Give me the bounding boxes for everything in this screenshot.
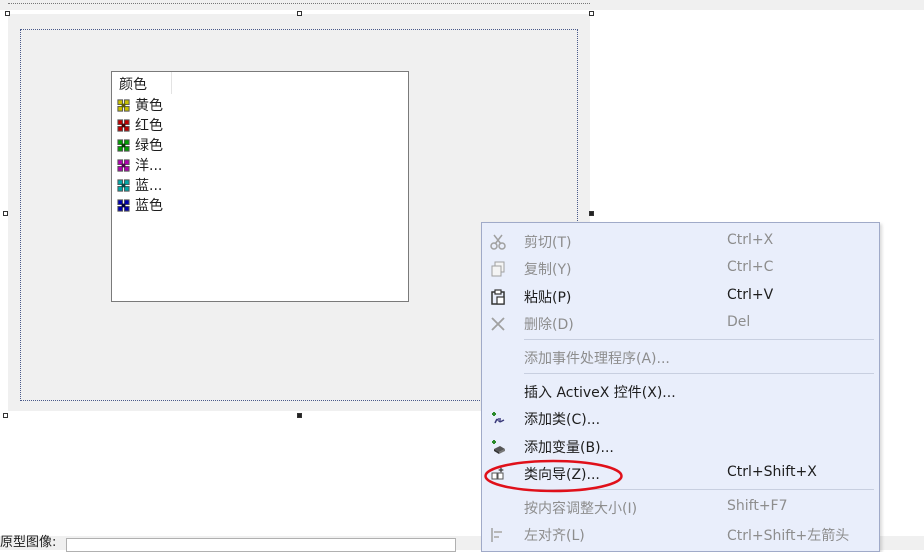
yellow-flower-icon: [117, 98, 130, 112]
list-item[interactable]: 黄色: [116, 95, 163, 115]
paste-icon: [491, 289, 505, 305]
green-flower-icon: [117, 138, 130, 152]
cyan-flower-icon: [117, 178, 130, 192]
resize-handle-top[interactable]: [297, 11, 302, 16]
list-item-label: 蓝...: [135, 178, 163, 194]
menu-item-size-to-content[interactable]: 按内容调整大小(I) Shift+F7: [482, 494, 879, 521]
menu-item-shortcut: Ctrl+C: [727, 259, 774, 275]
scissors-icon: [490, 234, 506, 250]
menu-item-add-variable[interactable]: 添加变量(B)...: [482, 433, 879, 460]
menu-separator: [524, 339, 874, 340]
resize-handle-top-left[interactable]: [5, 11, 10, 16]
menu-separator: [524, 373, 874, 374]
menu-item-cut[interactable]: 剪切(T) Ctrl+X: [482, 228, 879, 255]
menu-item-label: 添加事件处理程序(A)...: [524, 351, 670, 367]
delete-icon: [491, 317, 505, 331]
context-menu: 剪切(T) Ctrl+X 复制(Y) Ctrl+C 粘贴(P) Ctrl+V 删…: [481, 222, 880, 552]
menu-item-shortcut: Ctrl+Shift+X: [727, 464, 817, 480]
menu-item-insert-activex[interactable]: 插入 ActiveX 控件(X)...: [482, 378, 879, 405]
menu-item-add-event-handler[interactable]: 添加事件处理程序(A)...: [482, 344, 879, 371]
menu-item-label: 剪切(T): [524, 235, 572, 251]
list-item[interactable]: 洋...: [116, 155, 162, 175]
magenta-flower-icon: [117, 158, 130, 172]
blue-flower-icon: [117, 198, 130, 212]
list-item-label: 绿色: [135, 138, 163, 154]
menu-item-paste[interactable]: 粘贴(P) Ctrl+V: [482, 283, 879, 310]
menu-item-shortcut: Shift+F7: [727, 498, 788, 514]
red-flower-icon: [117, 118, 130, 132]
menu-item-label: 左对齐(L): [524, 528, 585, 544]
color-list-control[interactable]: 颜色 黄色 红色 绿色 洋... 蓝... 蓝色: [111, 71, 409, 302]
resize-handle-bottom[interactable]: [297, 413, 302, 418]
resize-handle-right[interactable]: [589, 211, 594, 216]
menu-item-shortcut: Ctrl+Shift+左箭头: [727, 528, 850, 544]
list-item-label: 红色: [135, 118, 163, 134]
top-ruler: [8, 0, 590, 4]
menu-item-add-class[interactable]: 添加类(C)...: [482, 405, 879, 432]
menu-item-shortcut: Ctrl+V: [727, 287, 774, 303]
prototype-image-label: 原型图像:: [0, 535, 57, 550]
list-item[interactable]: 蓝色: [116, 195, 163, 215]
list-item[interactable]: 红色: [116, 115, 163, 135]
menu-item-shortcut: Del: [727, 314, 751, 330]
menu-item-label: 插入 ActiveX 控件(X)...: [524, 385, 676, 401]
menu-item-delete[interactable]: 删除(D) Del: [482, 310, 879, 337]
list-item-label: 黄色: [135, 98, 163, 114]
menu-item-label: 删除(D): [524, 317, 574, 333]
align-left-icon: [491, 528, 502, 542]
menu-item-align-left[interactable]: 左对齐(L) Ctrl+Shift+左箭头: [482, 521, 879, 548]
list-item[interactable]: 绿色: [116, 135, 163, 155]
menu-item-label: 复制(Y): [524, 262, 572, 278]
list-item[interactable]: 蓝...: [116, 175, 162, 195]
menu-item-label: 添加类(C)...: [524, 412, 601, 428]
list-item-label: 蓝色: [135, 198, 163, 214]
list-item-label: 洋...: [135, 158, 163, 174]
add-class-icon: [492, 412, 505, 424]
highlight-annotation-oval: [484, 459, 623, 493]
resize-handle-bottom-left[interactable]: [3, 413, 8, 418]
list-column-header[interactable]: 颜色: [112, 72, 172, 94]
menu-item-label: 按内容调整大小(I): [524, 501, 638, 517]
menu-item-label: 添加变量(B)...: [524, 440, 614, 456]
add-variable-icon: [492, 440, 505, 454]
menu-item-label: 粘贴(P): [524, 290, 572, 306]
menu-item-shortcut: Ctrl+X: [727, 232, 774, 248]
resize-handle-top-right[interactable]: [589, 11, 594, 16]
resize-handle-left[interactable]: [3, 211, 8, 216]
copy-icon: [491, 261, 505, 277]
menu-item-copy[interactable]: 复制(Y) Ctrl+C: [482, 255, 879, 282]
